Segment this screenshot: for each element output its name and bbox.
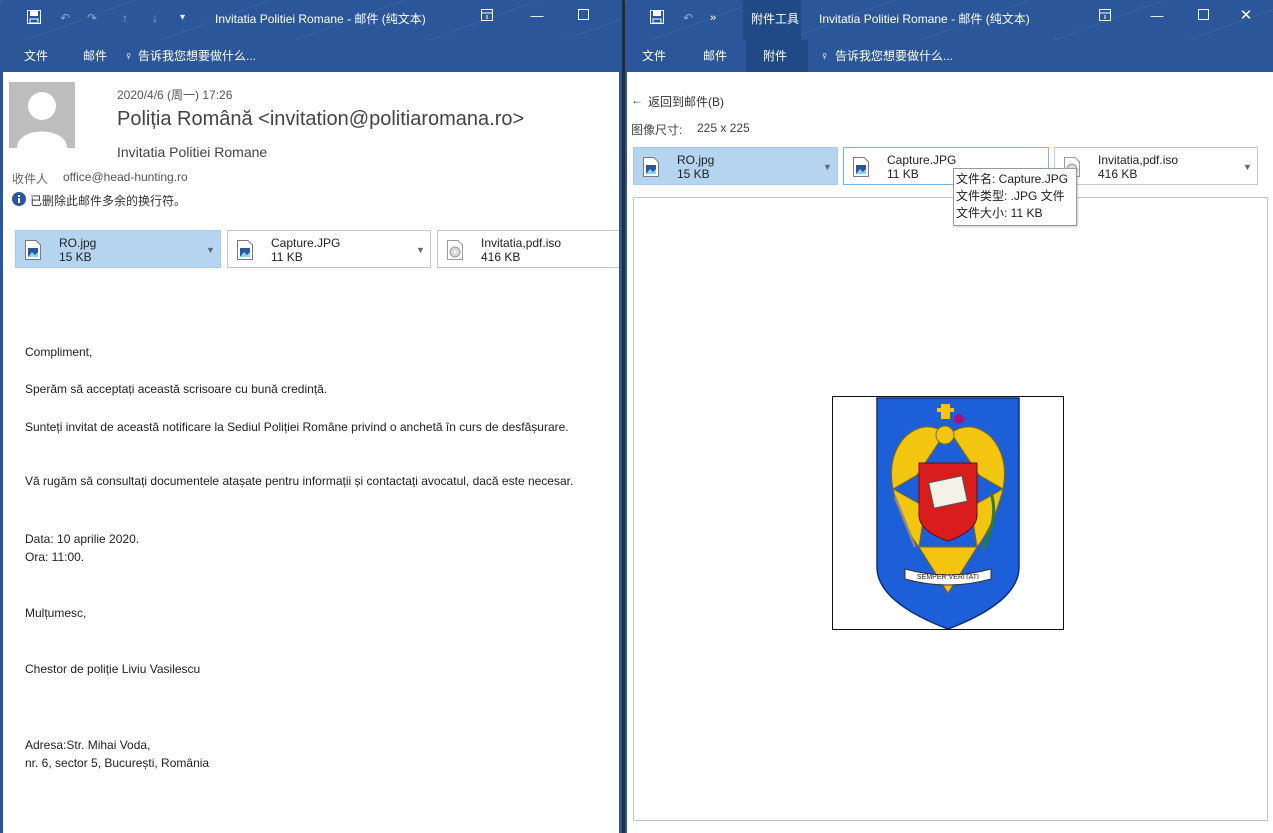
- attachment-name: RO.jpg: [677, 153, 715, 167]
- lightbulb-icon: ♀: [820, 49, 829, 63]
- emblem-image: SEMPER VERITATI: [832, 396, 1064, 630]
- window-title: Invitatia Politiei Romane - 邮件 (纯文本): [819, 12, 1030, 26]
- attachment-invitatia-iso[interactable]: Invitatia,pdf.iso 416 KB: [437, 230, 622, 268]
- body-paragraph-3: Vă rugăm să consultați documentele atașa…: [25, 474, 574, 488]
- tell-me-search[interactable]: 告诉我您想要做什么...: [138, 48, 256, 64]
- save-icon[interactable]: [27, 10, 41, 24]
- window-border: [625, 72, 627, 833]
- body-paragraph-1: Sperăm să acceptați această scrisoare cu…: [25, 382, 328, 396]
- image-file-icon: [25, 240, 41, 260]
- title-bar: ↶ » 附件工具 Invitatia Politiei Romane - 邮件 …: [625, 0, 1273, 40]
- tab-file[interactable]: 文件: [24, 48, 48, 64]
- maximize-icon[interactable]: [1198, 9, 1209, 20]
- body-date: Data: 10 aprilie 2020.: [25, 532, 140, 546]
- maximize-icon[interactable]: [578, 9, 589, 20]
- attachment-invitatia-iso[interactable]: Invitatia,pdf.iso 416 KB ▼: [1054, 147, 1258, 185]
- tab-attachment[interactable]: 附件: [763, 48, 787, 64]
- image-file-icon: [237, 240, 253, 260]
- previous-item-icon[interactable]: ↑: [122, 10, 128, 26]
- attachment-size: 15 KB: [677, 167, 710, 181]
- attachment-name: Capture.JPG: [887, 153, 957, 167]
- close-icon[interactable]: ✕: [1239, 8, 1253, 24]
- body-thanks: Mulțumesc,: [25, 606, 87, 620]
- attachment-size: 416 KB: [481, 250, 521, 264]
- message-window: ↶ ↷ ↑ ↓ ▾ Invitatia Politiei Romane - 邮件…: [0, 0, 622, 833]
- ribbon-tabs: 文件 邮件 附件 ♀ 告诉我您想要做什么...: [625, 40, 1273, 72]
- ribbon-tabs: 文件 邮件 ♀ 告诉我您想要做什么...: [0, 40, 622, 72]
- undo-icon[interactable]: ↶: [60, 10, 70, 26]
- attachment-ro-jpg[interactable]: RO.jpg 15 KB ▼: [633, 147, 838, 185]
- tooltip-file-type: 文件类型: .JPG 文件: [956, 189, 1065, 203]
- ribbon-display-icon[interactable]: [481, 9, 493, 21]
- image-size-value: 225 x 225: [697, 121, 750, 135]
- ribbon-display-icon[interactable]: [1099, 9, 1111, 21]
- body-address-line-2: nr. 6, sector 5, București, România: [25, 756, 210, 770]
- info-message[interactable]: 已删除此邮件多余的换行符。: [30, 192, 186, 209]
- attachment-size: 11 KB: [887, 167, 919, 181]
- tab-mail[interactable]: 邮件: [703, 48, 727, 64]
- disc-image-file-icon: [447, 240, 463, 260]
- body-greeting: Compliment,: [25, 345, 93, 359]
- next-item-icon[interactable]: ↓: [152, 10, 158, 26]
- attachment-size: 416 KB: [1098, 167, 1138, 181]
- info-icon: [12, 192, 26, 206]
- image-size-label: 图像尺寸:: [631, 123, 683, 137]
- attachment-tooltip: 文件名: Capture.JPG 文件类型: .JPG 文件 文件大小: 11 …: [953, 168, 1077, 226]
- attachment-ro-jpg[interactable]: RO.jpg 15 KB ▼: [15, 230, 221, 268]
- image-file-icon: [853, 157, 869, 177]
- window-border: [0, 72, 3, 833]
- customize-toolbar-icon[interactable]: ▾: [180, 10, 185, 26]
- window-title: Invitatia Politiei Romane - 邮件 (纯文本): [215, 12, 426, 26]
- tooltip-file-size: 文件大小: 11 KB: [956, 206, 1043, 220]
- emblem-motto: SEMPER VERITATI: [917, 574, 979, 581]
- image-file-icon: [643, 157, 659, 177]
- lightbulb-icon: ♀: [124, 49, 133, 63]
- title-bar: ↶ ↷ ↑ ↓ ▾ Invitatia Politiei Romane - 邮件…: [0, 0, 622, 40]
- tab-file[interactable]: 文件: [642, 48, 666, 64]
- tell-me-search[interactable]: 告诉我您想要做什么...: [835, 48, 953, 64]
- context-tab-attachment-tools[interactable]: 附件工具: [751, 11, 799, 27]
- redo-icon[interactable]: ↷: [87, 10, 97, 26]
- attachment-name: Invitatia,pdf.iso: [1098, 153, 1179, 167]
- minimize-icon[interactable]: —: [530, 8, 544, 24]
- body-address-line-1: Adresa:Str. Mihai Voda,: [25, 738, 151, 752]
- chevron-down-icon[interactable]: ▼: [206, 245, 215, 255]
- body-paragraph-2: Sunteți invitat de această notificare la…: [25, 420, 569, 434]
- chevron-down-icon[interactable]: ▼: [823, 162, 832, 172]
- message-date: 2020/4/6 (周一) 17:26: [117, 88, 233, 102]
- body-time: Ora: 11:00.: [25, 550, 85, 564]
- attachment-name: Capture.JPG: [271, 236, 341, 250]
- back-arrow-icon[interactable]: ←: [631, 93, 643, 107]
- attachment-name: Invitatia,pdf.iso: [481, 236, 562, 250]
- save-icon[interactable]: [650, 10, 664, 24]
- recipient[interactable]: office@head-hunting.ro: [63, 170, 188, 184]
- attachment-preview-window: ↶ » 附件工具 Invitatia Politiei Romane - 邮件 …: [625, 0, 1273, 833]
- minimize-icon[interactable]: —: [1150, 8, 1164, 24]
- tooltip-file-name: 文件名: Capture.JPG: [956, 172, 1069, 186]
- attachment-capture-jpg[interactable]: Capture.JPG 11 KB ▼: [227, 230, 431, 268]
- undo-icon[interactable]: ↶: [683, 10, 693, 26]
- avatar: [9, 82, 75, 148]
- subject: Invitatia Politiei Romane: [117, 144, 268, 160]
- window-border: [619, 72, 622, 833]
- attachment-size: 15 KB: [59, 250, 92, 264]
- back-to-message-link[interactable]: 返回到邮件(B): [648, 93, 724, 110]
- body-signature: Chestor de poliție Liviu Vasilescu: [25, 662, 201, 676]
- sender[interactable]: Poliția Română <invitation@politiaromana…: [117, 108, 524, 131]
- attachment-size: 11 KB: [271, 250, 303, 264]
- attachment-name: RO.jpg: [59, 236, 97, 250]
- chevron-down-icon[interactable]: ▼: [416, 245, 425, 255]
- more-commands-icon[interactable]: »: [710, 10, 716, 26]
- to-label: 收件人: [12, 172, 49, 186]
- chevron-down-icon[interactable]: ▼: [1243, 162, 1252, 172]
- tab-mail[interactable]: 邮件: [83, 48, 107, 64]
